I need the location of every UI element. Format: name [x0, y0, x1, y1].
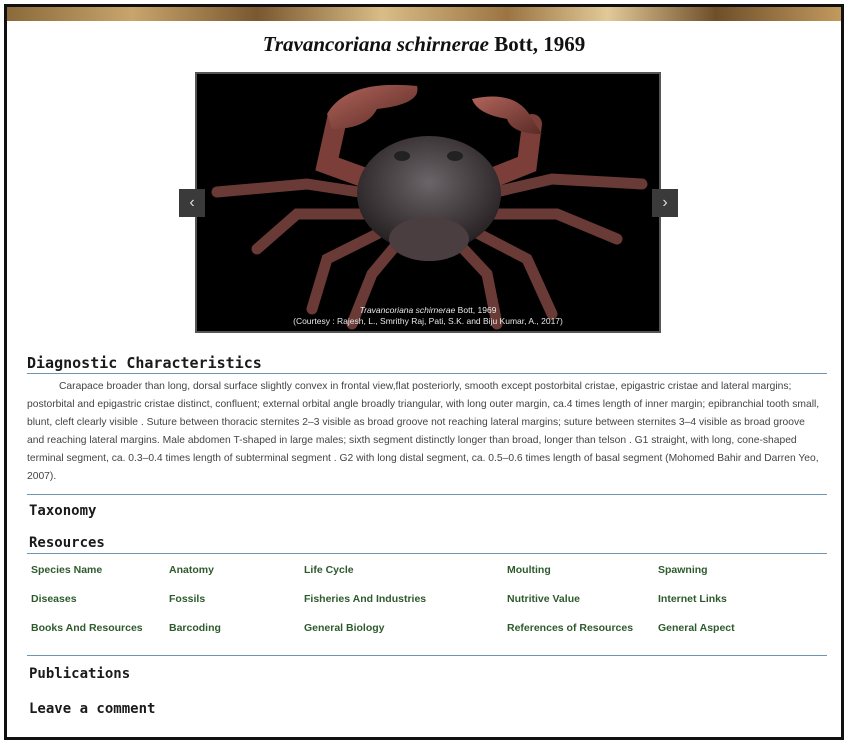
resource-link-internet-links[interactable]: Internet Links: [658, 593, 727, 605]
caption-credit: (Courtesy : Rajesh, L., Smrithy Raj, Pat…: [293, 316, 563, 326]
resource-link-fossils[interactable]: Fossils: [169, 593, 205, 605]
image-caption: Travancoriana schirnerae Bott, 1969 (Cou…: [197, 305, 659, 327]
page-title: Travancoriana schirnerae Bott, 1969: [7, 32, 841, 57]
divider: [27, 494, 827, 495]
resource-link-species-name[interactable]: Species Name: [31, 564, 102, 576]
resource-link-barcoding[interactable]: Barcoding: [169, 622, 221, 634]
resource-link-general-aspect[interactable]: General Aspect: [658, 622, 735, 634]
publications-heading[interactable]: Publications: [29, 666, 130, 682]
divider: [27, 553, 827, 554]
slider-prev-icon[interactable]: ‹: [179, 189, 205, 217]
slider-next-icon[interactable]: ›: [652, 189, 678, 217]
header-banner-image: [7, 7, 841, 21]
image-slider: Travancoriana schirnerae Bott, 1969 (Cou…: [195, 72, 661, 333]
divider: [27, 655, 827, 656]
resource-link-diseases[interactable]: Diseases: [31, 593, 77, 605]
species-name: Travancoriana schirnerae: [262, 32, 489, 56]
resource-link-references[interactable]: References of Resources: [507, 622, 633, 634]
resource-link-anatomy[interactable]: Anatomy: [169, 564, 214, 576]
divider: [27, 373, 827, 374]
resource-link-spawning[interactable]: Spawning: [658, 564, 708, 576]
resource-link-life-cycle[interactable]: Life Cycle: [304, 564, 354, 576]
caption-author: Bott, 1969: [457, 305, 497, 315]
leave-comment-heading[interactable]: Leave a comment: [29, 701, 155, 717]
species-author: Bott, 1969: [494, 32, 586, 56]
resource-link-nutritive-value[interactable]: Nutritive Value: [507, 593, 580, 605]
taxonomy-heading[interactable]: Taxonomy: [29, 503, 96, 519]
page-frame: Travancoriana schirnerae Bott, 1969 Trav…: [4, 4, 844, 740]
diagnostic-text: Carapace broader than long, dorsal surfa…: [27, 381, 820, 482]
resource-link-general-biology[interactable]: General Biology: [304, 622, 385, 634]
resource-link-fisheries[interactable]: Fisheries And Industries: [304, 593, 426, 605]
resources-heading: Resources: [29, 535, 105, 551]
diagnostic-heading: Diagnostic Characteristics: [27, 354, 262, 372]
resource-link-books[interactable]: Books And Resources: [31, 622, 143, 634]
crab-photo: [211, 84, 648, 330]
resource-link-moulting[interactable]: Moulting: [507, 564, 551, 576]
caption-species: Travancoriana schirnerae: [359, 305, 456, 315]
